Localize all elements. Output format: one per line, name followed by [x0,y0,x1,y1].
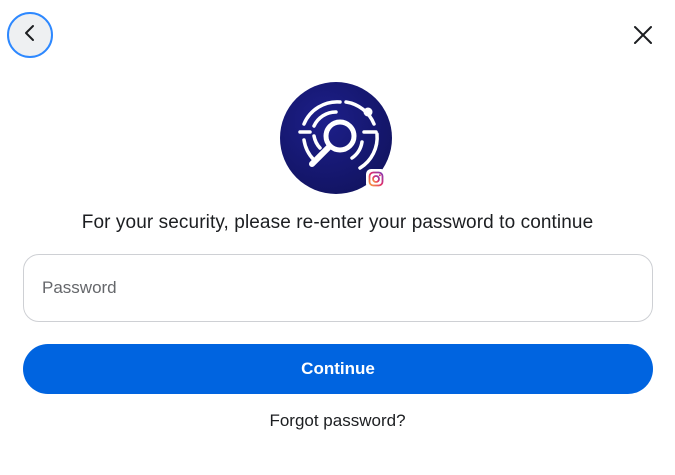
instagram-icon [366,169,386,189]
close-button[interactable] [626,20,660,54]
password-input[interactable] [24,255,652,321]
forgot-password-link[interactable]: Forgot password? [0,411,675,431]
reauth-dialog: For your security, please re-enter your … [0,0,675,475]
password-field[interactable] [23,254,653,322]
back-button[interactable] [7,12,53,58]
close-icon [632,24,654,51]
page-title: For your security, please re-enter your … [81,212,594,233]
security-logo [280,82,394,196]
chevron-left-icon [20,23,40,48]
continue-button[interactable]: Continue [23,344,653,394]
